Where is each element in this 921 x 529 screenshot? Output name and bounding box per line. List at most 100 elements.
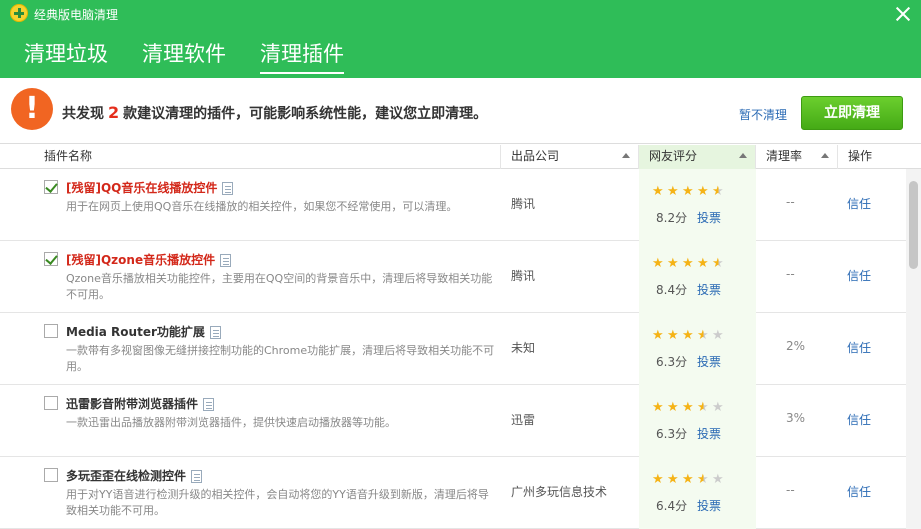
rating-cell-bg bbox=[639, 241, 756, 313]
star-icon: ★ bbox=[667, 472, 679, 487]
skip-clean-link[interactable]: 暂不清理 bbox=[739, 106, 787, 123]
table-header: 插件名称 出品公司 网友评分 清理率 操作 bbox=[0, 145, 921, 169]
tab-clean-software[interactable]: 清理软件 bbox=[142, 38, 226, 74]
clean-rate: -- bbox=[786, 267, 795, 281]
scrollbar[interactable] bbox=[906, 169, 921, 529]
row-checkbox[interactable] bbox=[44, 396, 58, 410]
clean-rate: 3% bbox=[786, 411, 806, 425]
plugin-name-text: [残留]QQ音乐在线播放控件 bbox=[66, 181, 218, 195]
col-name[interactable]: 插件名称 bbox=[0, 145, 501, 169]
document-icon[interactable] bbox=[191, 470, 203, 483]
table-row: [残留]QQ音乐在线播放控件用于在网页上使用QQ音乐在线播放的相关控件，如果您不… bbox=[0, 169, 906, 241]
plugin-description: 用于对YY语音进行检测升级的相关控件，会自动将您的YY语音升级到新版，清理后将导… bbox=[66, 488, 489, 517]
plugin-name-text: 迅雷影音附带浏览器插件 bbox=[66, 397, 199, 411]
row-checkbox[interactable] bbox=[44, 468, 58, 482]
star-icon: ★ bbox=[667, 328, 679, 343]
tab-bar: 清理垃圾 清理软件 清理插件 bbox=[24, 38, 344, 74]
close-icon[interactable] bbox=[895, 6, 911, 22]
rating-cell-bg bbox=[639, 457, 756, 529]
col-rating-label: 网友评分 bbox=[649, 149, 698, 163]
scrollbar-thumb[interactable] bbox=[909, 181, 918, 269]
notice-message: 共发现 2 款建议清理的插件，可能影响系统性能，建议您立即清理。 bbox=[62, 103, 487, 123]
star-icon: ★ bbox=[712, 328, 724, 343]
vote-link[interactable]: 投票 bbox=[697, 209, 721, 226]
rating-score: 6.3分 bbox=[656, 427, 688, 441]
vote-link[interactable]: 投票 bbox=[697, 281, 721, 298]
star-icon: ★ bbox=[712, 472, 724, 487]
table-row: 迅雷影音附带浏览器插件一款迅雷出品播放器附带浏览器插件，提供快速启动播放器等功能… bbox=[0, 385, 906, 457]
star-icon: ★ bbox=[652, 400, 664, 415]
star-icon: ★ bbox=[697, 400, 709, 415]
rating-score: 8.2分 bbox=[656, 211, 688, 225]
app-logo-icon bbox=[10, 4, 28, 22]
plugin-description: 一款迅雷出品播放器附带浏览器插件，提供快速启动播放器等功能。 bbox=[66, 416, 396, 429]
plugin-description: 用于在网页上使用QQ音乐在线播放的相关控件，如果您不经常使用，可以清理。 bbox=[66, 200, 458, 213]
col-action: 操作 bbox=[838, 145, 921, 169]
col-action-label: 操作 bbox=[848, 149, 873, 163]
trust-link[interactable]: 信任 bbox=[847, 267, 871, 284]
vote-link[interactable]: 投票 bbox=[697, 353, 721, 370]
row-checkbox[interactable] bbox=[44, 324, 58, 338]
vote-link[interactable]: 投票 bbox=[697, 425, 721, 442]
rating-score: 6.3分 bbox=[656, 355, 688, 369]
plugin-name: 迅雷影音附带浏览器插件 bbox=[66, 395, 215, 412]
clean-rate: 2% bbox=[786, 339, 806, 353]
star-icon: ★ bbox=[682, 256, 694, 271]
row-checkbox[interactable] bbox=[44, 180, 58, 194]
plugin-company: 未知 bbox=[511, 341, 536, 355]
star-icon: ★ bbox=[667, 400, 679, 415]
sort-arrow-icon bbox=[739, 153, 747, 158]
sort-arrow-icon bbox=[821, 153, 829, 158]
star-icon: ★ bbox=[682, 184, 694, 199]
title-bar: 经典版电脑清理 bbox=[0, 0, 921, 28]
star-icon: ★ bbox=[667, 184, 679, 199]
trust-link[interactable]: 信任 bbox=[847, 195, 871, 212]
trust-link[interactable]: 信任 bbox=[847, 339, 871, 356]
document-icon[interactable] bbox=[222, 182, 234, 195]
col-name-label: 插件名称 bbox=[44, 149, 93, 163]
plugin-list: [残留]QQ音乐在线播放控件用于在网页上使用QQ音乐在线播放的相关控件，如果您不… bbox=[0, 169, 906, 529]
vote-link[interactable]: 投票 bbox=[697, 497, 721, 514]
plugin-name: [残留]Qzone音乐播放控件 bbox=[66, 251, 232, 268]
rating-cell-bg bbox=[639, 385, 756, 457]
col-company[interactable]: 出品公司 bbox=[501, 145, 639, 169]
document-icon[interactable] bbox=[203, 398, 215, 411]
sort-arrow-icon bbox=[622, 153, 630, 158]
document-icon[interactable] bbox=[220, 254, 232, 267]
rating-stars: ★ ★ ★ ★ ★ bbox=[652, 473, 725, 486]
col-rating[interactable]: 网友评分 bbox=[639, 145, 756, 169]
star-icon: ★ bbox=[652, 472, 664, 487]
row-checkbox[interactable] bbox=[44, 252, 58, 266]
table-row: [残留]Qzone音乐播放控件 Qzone音乐播放相关功能控件，主要用在QQ空间的… bbox=[0, 241, 906, 313]
star-icon: ★ bbox=[697, 256, 709, 271]
rating-score: 6.4分 bbox=[656, 499, 688, 513]
tab-clean-plugins[interactable]: 清理插件 bbox=[260, 38, 344, 74]
plugin-name: 多玩歪歪在线检测控件 bbox=[66, 467, 203, 484]
col-rate-label: 清理率 bbox=[766, 149, 803, 163]
plugin-company: 迅雷 bbox=[511, 413, 536, 427]
plugin-name-text: Media Router功能扩展 bbox=[66, 325, 205, 339]
tab-clean-junk[interactable]: 清理垃圾 bbox=[24, 38, 108, 74]
col-rate[interactable]: 清理率 bbox=[756, 145, 838, 169]
app-title: 经典版电脑清理 bbox=[34, 8, 119, 22]
star-icon: ★ bbox=[652, 328, 664, 343]
star-icon: ★ bbox=[652, 184, 664, 199]
rating-stars: ★ ★ ★ ★ ★ bbox=[652, 401, 725, 414]
star-icon: ★ bbox=[682, 400, 694, 415]
trust-link[interactable]: 信任 bbox=[847, 483, 871, 500]
col-company-label: 出品公司 bbox=[511, 149, 560, 163]
header: 经典版电脑清理 清理垃圾 清理软件 清理插件 bbox=[0, 0, 921, 78]
plugin-company: 腾讯 bbox=[511, 269, 536, 283]
clean-rate: -- bbox=[786, 195, 795, 209]
rating-stars: ★ ★ ★ ★ ★ bbox=[652, 185, 725, 198]
star-icon: ★ bbox=[667, 256, 679, 271]
table-row: Media Router功能扩展 一款带有多视窗图像无缝拼接控制功能的Chrome… bbox=[0, 313, 906, 385]
rating-stars: ★ ★ ★ ★ ★ bbox=[652, 257, 725, 270]
plugin-description: Qzone音乐播放相关功能控件，主要用在QQ空间的背景音乐中，清理后将导致相关功… bbox=[66, 272, 493, 301]
clean-now-button[interactable]: 立即清理 bbox=[801, 96, 903, 130]
trust-link[interactable]: 信任 bbox=[847, 411, 871, 428]
document-icon[interactable] bbox=[209, 326, 221, 339]
plugin-name-text: [残留]Qzone音乐播放控件 bbox=[66, 253, 216, 267]
clean-rate: -- bbox=[786, 483, 795, 497]
notice-count: 2 bbox=[108, 103, 120, 122]
